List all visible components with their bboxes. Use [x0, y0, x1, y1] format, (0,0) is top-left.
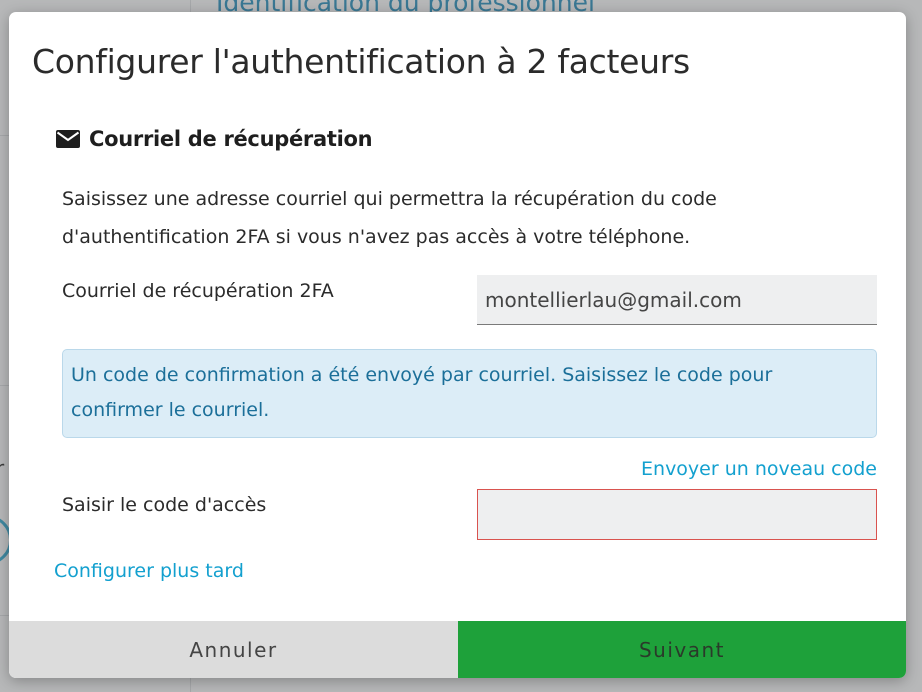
background-text: r	[0, 456, 5, 480]
modal-title: Configurer l'authentification à 2 facteu…	[32, 42, 690, 81]
recovery-email-label: Courriel de récupération 2FA	[62, 280, 334, 302]
cancel-button[interactable]: Annuler	[9, 621, 458, 678]
access-code-input[interactable]	[477, 489, 877, 540]
section-title: Courriel de récupération	[89, 127, 373, 151]
resend-code-link[interactable]: Envoyer un noveau code	[641, 458, 877, 480]
next-button[interactable]: Suivant	[458, 621, 906, 678]
section-header: Courriel de récupération	[56, 124, 373, 154]
configure-later-link[interactable]: Configurer plus tard	[54, 560, 244, 582]
recovery-email-input[interactable]	[477, 275, 877, 325]
access-code-label: Saisir le code d'accès	[62, 494, 267, 516]
description-text: Saisissez une adresse courriel qui perme…	[62, 188, 717, 248]
two-factor-setup-modal: Configurer l'authentification à 2 facteu…	[9, 12, 906, 678]
confirmation-info-alert: Un code de confirmation a été envoyé par…	[62, 349, 877, 438]
envelope-icon	[56, 130, 80, 148]
